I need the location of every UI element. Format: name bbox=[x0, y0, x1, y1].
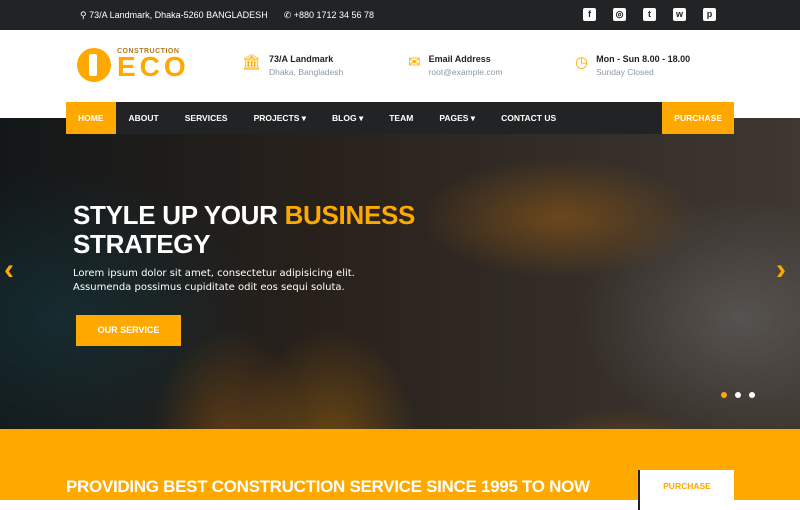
nav-about[interactable]: ABOUT bbox=[116, 102, 172, 134]
top-bar: ⚲ 73/A Landmark, Dhaka-5260 BANGLADESH ✆… bbox=[0, 0, 800, 30]
chevron-right-icon[interactable]: › bbox=[776, 255, 786, 285]
chevron-left-icon[interactable]: ‹ bbox=[4, 255, 14, 285]
nav-pages[interactable]: PAGES ▾ bbox=[426, 102, 488, 134]
bank-icon: 🏛 bbox=[242, 54, 262, 71]
header-hours: ◷ Mon - Sun 8.00 - 18.00 Sunday Closed bbox=[575, 54, 691, 77]
slide-dot-3[interactable] bbox=[749, 392, 755, 398]
logo-subtitle: CONSTRUCTION bbox=[117, 48, 180, 55]
slider-dots bbox=[721, 392, 755, 398]
map-pin-icon: ⚲ bbox=[80, 10, 90, 20]
clock-icon: ◷ bbox=[575, 54, 589, 71]
header-email: ✉ Email Address root@example.com bbox=[408, 54, 503, 77]
logo-mark-icon bbox=[77, 48, 111, 82]
topbar-phone[interactable]: ✆ +880 1712 34 56 78 bbox=[284, 10, 374, 21]
header-location: 🏛 73/A Landmark Dhaka, Bangladesh bbox=[242, 54, 344, 77]
nav-projects[interactable]: PROJECTS ▾ bbox=[241, 102, 319, 134]
main-nav: HOME ABOUT SERVICES PROJECTS ▾ BLOG ▾ TE… bbox=[66, 102, 734, 134]
hero-title: STYLE UP YOUR BUSINESS STRATEGY bbox=[73, 200, 416, 259]
nav-purchase-button[interactable]: PURCHASE bbox=[662, 102, 734, 134]
whatsapp-icon[interactable]: w bbox=[673, 8, 686, 21]
facebook-icon[interactable]: f bbox=[583, 8, 596, 21]
logo[interactable]: CONSTRUCTION ECO bbox=[77, 48, 190, 82]
logo-name: ECO bbox=[117, 51, 190, 82]
slide-dot-2[interactable] bbox=[735, 392, 741, 398]
phone-icon: ✆ bbox=[283, 10, 294, 20]
topbar-address: ⚲ 73/A Landmark, Dhaka-5260 BANGLADESH bbox=[80, 10, 268, 20]
hero-lead: Lorem ipsum dolor sit amet, consectetur … bbox=[73, 268, 355, 293]
nav-team[interactable]: TEAM bbox=[376, 102, 426, 134]
envelope-icon: ✉ bbox=[408, 54, 421, 71]
nav-home[interactable]: HOME bbox=[66, 102, 116, 134]
cta-band: PROVIDING BEST CONSTRUCTION SERVICE SINC… bbox=[0, 429, 800, 510]
nav-contact[interactable]: CONTACT US bbox=[488, 102, 569, 134]
instagram-icon[interactable]: ◎ bbox=[613, 8, 626, 21]
twitter-icon[interactable]: t bbox=[643, 8, 656, 21]
cta-purchase-button[interactable]: PURCHASE bbox=[638, 470, 734, 510]
our-service-button[interactable]: OUR SERVICE bbox=[76, 315, 181, 346]
nav-blog[interactable]: BLOG ▾ bbox=[319, 102, 376, 134]
nav-services[interactable]: SERVICES bbox=[172, 102, 241, 134]
pinterest-icon[interactable]: p bbox=[703, 8, 716, 21]
cta-text: PROVIDING BEST CONSTRUCTION SERVICE SINC… bbox=[66, 477, 590, 496]
slide-dot-1[interactable] bbox=[721, 392, 727, 398]
